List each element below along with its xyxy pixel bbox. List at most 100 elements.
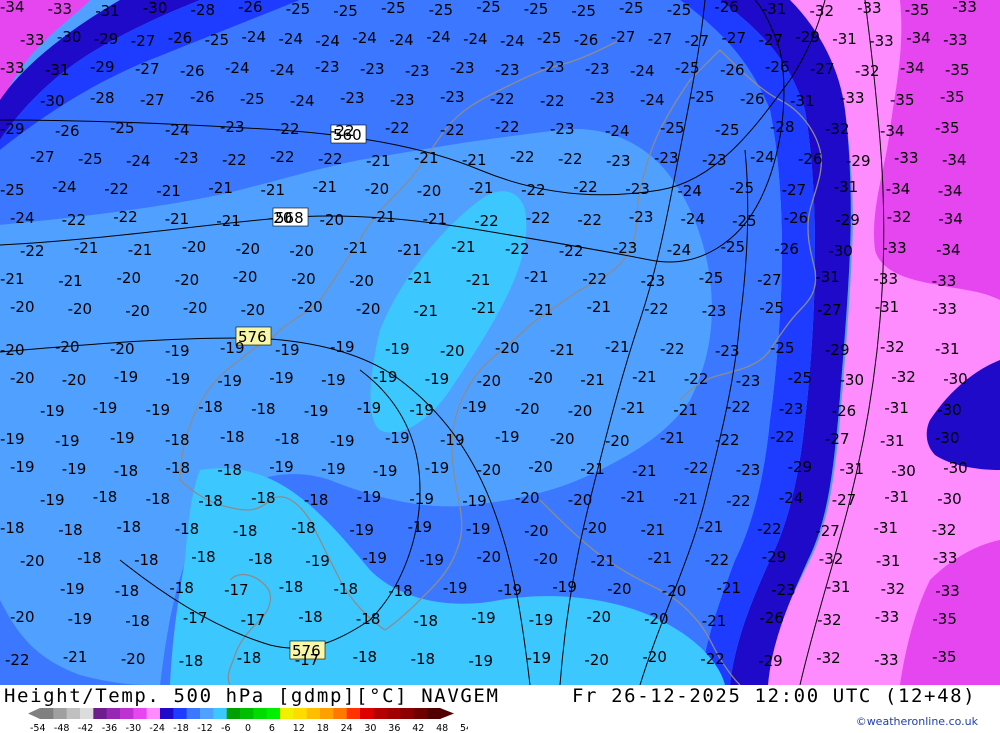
temp-label: -20 — [68, 300, 93, 318]
temp-label: -21 — [466, 271, 491, 289]
temp-label: -18 — [134, 551, 159, 569]
temp-label: -21 — [673, 490, 698, 508]
temp-label: -18 — [58, 521, 82, 539]
temp-label: -19 — [114, 368, 139, 386]
color-legend: -54 -48 -42 -36 -30 -24 -18 -12 -6 0 6 12 18 24 30 36 42… — [28, 708, 468, 732]
temp-label: -19 — [373, 368, 398, 386]
temp-label: -20 — [10, 298, 35, 316]
temp-label: -27 — [832, 491, 857, 509]
legend-swatch — [133, 708, 147, 719]
temp-label: -24 — [667, 241, 692, 259]
temp-label: -19 — [529, 611, 554, 629]
temp-label: -20 — [289, 242, 314, 260]
temp-label: -17 — [183, 609, 208, 627]
temp-label: -19 — [409, 490, 434, 508]
temp-label: -20 — [515, 489, 540, 507]
temp-label: -30 — [828, 242, 853, 260]
temp-label: -20 — [241, 301, 266, 319]
temp-label: -25 — [721, 238, 746, 256]
temp-label: -22 — [510, 148, 535, 166]
temp-label: -18 — [411, 650, 436, 668]
temp-label: -23 — [450, 59, 475, 77]
temp-label: -21 — [632, 368, 657, 386]
temp-label: -23 — [390, 91, 415, 109]
temp-label: -20 — [110, 340, 135, 358]
temp-label: -29 — [846, 152, 871, 170]
temp-label: -22 — [490, 90, 515, 108]
temp-label: -18 — [175, 520, 200, 538]
temp-label: -23 — [702, 302, 727, 320]
temp-label: -21 — [699, 518, 724, 536]
temp-label: -22 — [62, 211, 87, 229]
temp-label: -26 — [180, 62, 205, 80]
temp-label: -22 — [726, 398, 751, 416]
temp-label: -28 — [770, 118, 795, 136]
temp-label: -33 — [875, 608, 900, 626]
temp-label: -23 — [771, 581, 796, 599]
temp-label: -33 — [932, 300, 957, 318]
temp-label: -25 — [0, 181, 25, 199]
temp-label: -19 — [220, 339, 245, 357]
temp-label: -25 — [524, 0, 549, 18]
temp-label: -19 — [269, 458, 294, 476]
temp-label: -23 — [590, 89, 615, 107]
temp-label: -19 — [552, 578, 577, 596]
temp-label: -29 — [758, 652, 783, 670]
temp-label: -25 — [759, 299, 784, 317]
temp-label: -19 — [408, 518, 433, 536]
temp-label: -24 — [640, 91, 665, 109]
temp-label: -34 — [938, 210, 963, 228]
temp-label: -20 — [587, 608, 612, 626]
temp-label: -27 — [648, 30, 673, 48]
legend-swatch — [173, 708, 187, 719]
temp-label: -33 — [935, 582, 960, 600]
temp-label: -29 — [835, 211, 860, 229]
temp-label: -19 — [269, 369, 294, 387]
temp-label: -21 — [702, 612, 727, 630]
temp-label: -19 — [440, 431, 465, 449]
legend-swatch — [253, 708, 267, 719]
temp-label: -33 — [874, 651, 899, 669]
temp-label: -23 — [654, 149, 679, 167]
temp-label: -20 — [0, 341, 25, 359]
temp-label: -19 — [166, 370, 191, 388]
temp-label: -21 — [165, 210, 190, 228]
temp-label: -25 — [110, 119, 135, 137]
temp-label: -35 — [935, 119, 960, 137]
temp-label: -21 — [208, 179, 233, 197]
legend-tick: 0 — [245, 723, 251, 732]
temp-label: -19 — [373, 462, 398, 480]
temp-label: -20 — [62, 371, 87, 389]
temp-label: -32 — [855, 62, 880, 80]
temp-label: -27 — [810, 60, 835, 78]
temp-label: -24 — [605, 122, 630, 140]
temp-label: -22 — [684, 459, 709, 477]
temp-label: -22 — [521, 181, 546, 199]
temp-label: -18 — [146, 490, 171, 508]
temp-label: -19 — [466, 520, 491, 538]
temp-label: -31 — [876, 552, 901, 570]
temp-label: -25 — [730, 179, 755, 197]
temp-label: -26 — [714, 0, 739, 16]
temp-label: -27 — [611, 28, 636, 46]
legend-swatch — [306, 708, 321, 719]
temp-label: -24 — [315, 32, 340, 50]
legend-arrow-left — [28, 708, 40, 719]
temp-label: -19 — [305, 552, 330, 570]
temp-label: -21 — [580, 371, 605, 389]
temp-label: -20 — [349, 272, 374, 290]
legend-swatch — [120, 708, 134, 719]
temp-label: -18 — [198, 492, 223, 510]
temp-label: -18 — [298, 608, 323, 626]
temp-label: -32 — [825, 120, 850, 138]
temp-label: -19 — [110, 429, 135, 447]
temp-label: -20 — [10, 608, 35, 626]
temp-label: -23 — [220, 118, 245, 136]
temp-label: -27 — [131, 32, 156, 50]
temp-label: -20 — [175, 271, 200, 289]
temp-label: -26 — [798, 150, 823, 168]
credit-link[interactable]: ©weatheronline.co.uk — [856, 715, 978, 728]
map-title: Height/Temp. 500 hPa [gdmp][°C] NAVGEM — [4, 685, 500, 707]
temp-label: -21 — [469, 179, 494, 197]
temp-label: -24 — [242, 28, 267, 46]
